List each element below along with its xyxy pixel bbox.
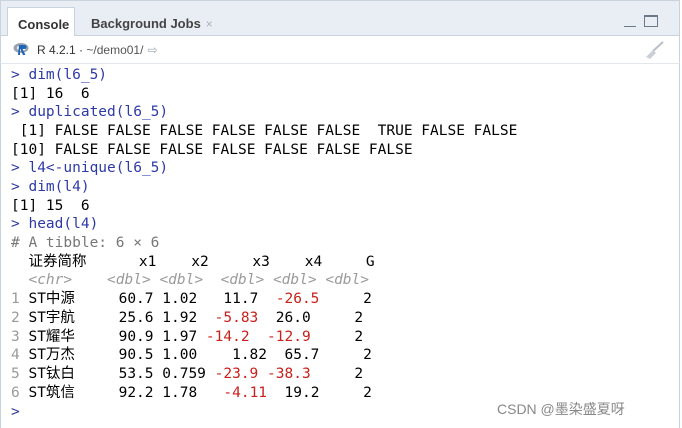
tibble-header-row: 证券简称 x1 x2 x3 x4 G — [28, 254, 375, 270]
watermark: CSDN @墨染盛夏呀 — [497, 401, 625, 417]
clear-console-broom-icon[interactable] — [643, 40, 665, 60]
console-line: [1] FALSE FALSE FALSE FALSE FALSE FALSE … — [11, 123, 518, 139]
console-input-prompt[interactable]: > — [11, 403, 20, 422]
tab-background-jobs[interactable]: Background Jobs × — [81, 7, 231, 37]
minimize-pane-icon[interactable] — [624, 17, 636, 27]
tab-background-jobs-label: Background Jobs — [91, 16, 201, 31]
console-line: > dim(l4) — [11, 179, 90, 195]
r-version: R 4.2.1 — [37, 43, 76, 57]
tibble-comment: # A tibble: 6 × 6 — [11, 235, 160, 251]
console-line: [1] 15 6 — [11, 198, 90, 214]
console-line: [10] FALSE FALSE FALSE FALSE FALSE FALSE… — [11, 142, 413, 158]
tab-console[interactable]: Console — [7, 7, 75, 37]
table-row: 4 ST万杰 90.5 1.00 1.82 65.7 2 — [11, 347, 372, 363]
separator: · — [79, 43, 84, 57]
pane-tab-bar: Console Background Jobs × — [0, 0, 680, 37]
console-line: > dim(l6_5) — [11, 67, 108, 83]
console-toolbar: R 4.2.1 · ~/demo01/ ⇨ — [0, 36, 680, 64]
r-logo-icon — [13, 43, 29, 55]
tibble-type-row: <chr> <dbl> <dbl> <dbl> <dbl> <dbl> — [28, 272, 369, 288]
console-line: > l4<-unique(l6_5) — [11, 160, 169, 176]
table-row: 3 ST耀华 90.9 1.97 -14.2 -12.9 2 — [11, 329, 364, 345]
table-row: 2 ST宇航 25.6 1.92 -5.83 26.0 2 — [11, 310, 364, 326]
r-version-info: R 4.2.1 · ~/demo01/ ⇨ — [37, 43, 158, 57]
console-output[interactable]: > dim(l6_5) [1] 16 6 > duplicated(l6_5) … — [0, 64, 680, 428]
tab-console-label: Console — [18, 17, 70, 32]
console-line: > duplicated(l6_5) — [11, 104, 169, 120]
table-row: 5 ST钛白 53.5 0.759 -23.9 -38.3 2 — [11, 366, 364, 382]
go-to-directory-icon[interactable]: ⇨ — [147, 43, 157, 57]
console-line: [1] 16 6 — [11, 86, 90, 102]
table-row: 1 ST中源 60.7 1.02 11.7 -26.5 2 — [11, 291, 372, 307]
console-line: > head(l4) — [11, 216, 99, 232]
table-row: 6 ST筑信 92.2 1.78 -4.11 19.2 2 — [11, 385, 372, 401]
working-directory[interactable]: ~/demo01/ — [86, 43, 143, 57]
close-icon[interactable]: × — [206, 17, 213, 31]
maximize-pane-icon[interactable] — [644, 15, 658, 27]
